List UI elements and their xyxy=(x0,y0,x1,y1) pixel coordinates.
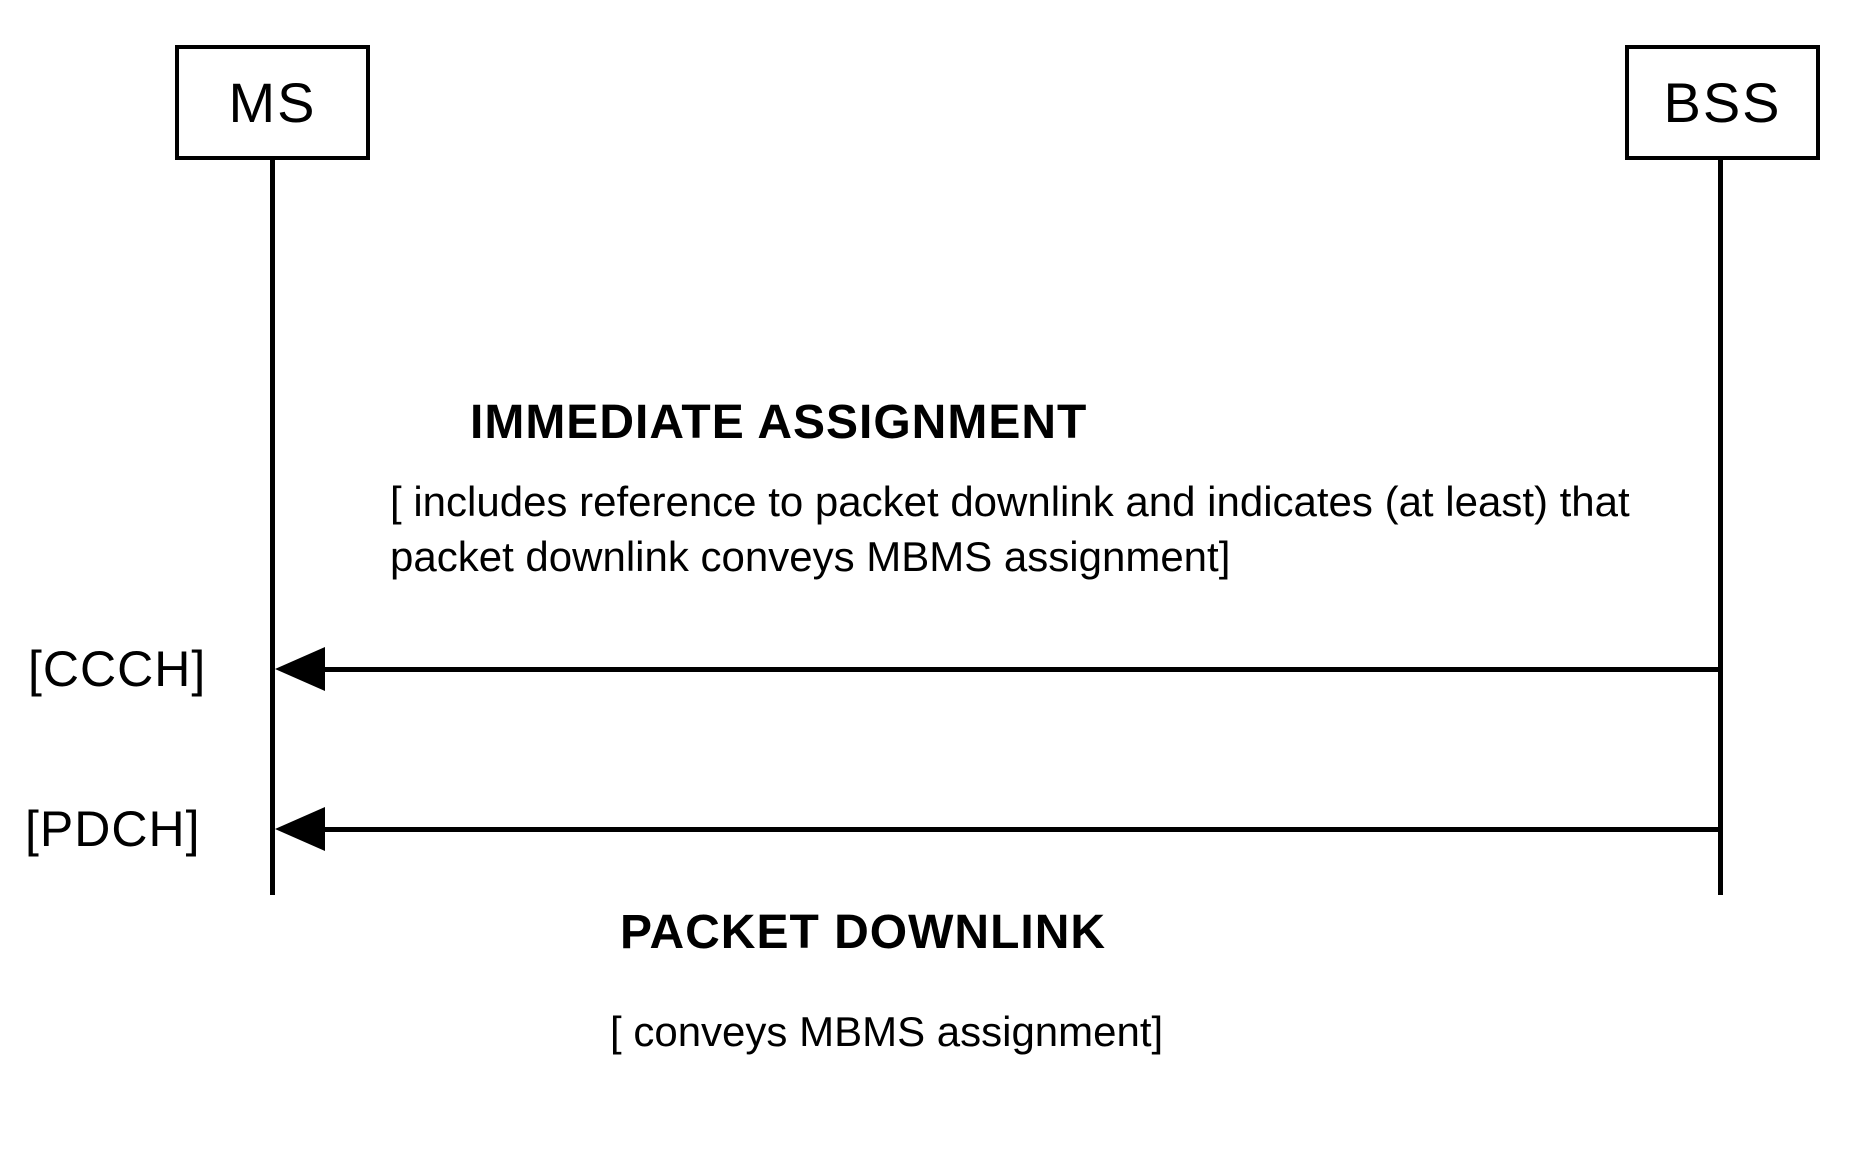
ms-label: MS xyxy=(229,70,317,135)
ms-lifeline xyxy=(270,160,275,895)
bss-lifeline xyxy=(1718,160,1723,895)
ccch-arrow-line xyxy=(315,667,1723,672)
immediate-assignment-title: IMMEDIATE ASSIGNMENT xyxy=(470,395,1087,450)
sequence-diagram: MS BSS IMMEDIATE ASSIGNMENT [ includes r… xyxy=(0,0,1874,1149)
ccch-arrowhead-icon xyxy=(275,647,325,691)
ccch-channel-label: [CCCH] xyxy=(28,640,206,698)
packet-downlink-title: PACKET DOWNLINK xyxy=(620,905,1106,960)
bss-entity-box: BSS xyxy=(1625,45,1820,160)
ms-entity-box: MS xyxy=(175,45,370,160)
packet-downlink-description: [ conveys MBMS assignment] xyxy=(610,1005,1163,1060)
immediate-assignment-description: [ includes reference to packet downlink … xyxy=(390,475,1670,584)
pdch-arrowhead-icon xyxy=(275,807,325,851)
bss-label: BSS xyxy=(1663,70,1781,135)
pdch-channel-label: [PDCH] xyxy=(25,800,200,858)
pdch-arrow-line xyxy=(315,827,1723,832)
